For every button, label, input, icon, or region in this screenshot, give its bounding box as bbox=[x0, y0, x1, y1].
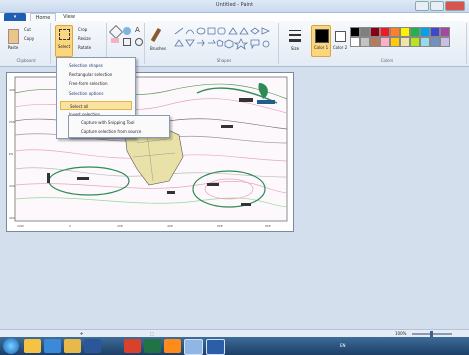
brushes-label: Brushes bbox=[149, 46, 167, 51]
menu-item-selection-options: Selection options bbox=[69, 91, 104, 96]
selection-submenu: Capture with Snipping Tool Capture selec… bbox=[68, 115, 170, 138]
svg-text:40S: 40S bbox=[9, 216, 15, 220]
select-button[interactable]: Select bbox=[55, 25, 73, 57]
rotate-button[interactable]: Rotate bbox=[78, 45, 91, 50]
color1-swatch bbox=[315, 29, 329, 43]
selection-icon bbox=[59, 29, 70, 40]
svg-text:20S: 20S bbox=[9, 184, 15, 188]
svg-text:0: 0 bbox=[69, 224, 71, 228]
tray-icons[interactable] bbox=[365, 343, 405, 348]
window-title: Untitled - Paint bbox=[215, 2, 254, 8]
folder-icon[interactable] bbox=[64, 339, 81, 353]
color-swatch[interactable] bbox=[400, 27, 410, 37]
svg-text:EQ: EQ bbox=[9, 152, 14, 156]
color1-label: Color 1 bbox=[313, 45, 329, 50]
select-label: Select bbox=[57, 44, 71, 49]
colors-group: Color 1 Color 2 Colors bbox=[308, 23, 467, 64]
app-taskbar-icon[interactable] bbox=[206, 339, 225, 355]
tab-view[interactable]: View bbox=[58, 13, 80, 21]
explorer-icon[interactable] bbox=[24, 339, 41, 353]
color-swatch[interactable] bbox=[440, 37, 450, 47]
clipboard-icon bbox=[8, 29, 19, 44]
svg-text:80E: 80E bbox=[265, 224, 271, 228]
start-button[interactable] bbox=[3, 338, 19, 354]
resize-button[interactable]: Resize bbox=[78, 36, 91, 41]
colors-group-label: Colors bbox=[380, 58, 394, 63]
color-swatch[interactable] bbox=[360, 37, 370, 47]
eraser-icon[interactable] bbox=[111, 38, 119, 43]
menu-item-freeform-selection[interactable]: Free-form selection bbox=[60, 79, 132, 88]
color-swatch[interactable] bbox=[390, 27, 400, 37]
color-swatch[interactable] bbox=[390, 37, 400, 47]
svg-text:40E: 40E bbox=[167, 224, 173, 228]
paste-label: Paste bbox=[7, 45, 19, 50]
menu-item-select-all[interactable]: Select all bbox=[60, 101, 132, 110]
maximize-button[interactable] bbox=[430, 1, 444, 11]
brush-icon bbox=[150, 27, 162, 43]
brushes-button[interactable]: Brushes bbox=[147, 25, 169, 57]
shapes-group: Shapes bbox=[170, 23, 279, 64]
size-button[interactable]: Size bbox=[284, 25, 306, 57]
paint-taskbar-icon[interactable] bbox=[184, 339, 203, 355]
paste-button[interactable]: Paste bbox=[4, 25, 22, 55]
color-swatch[interactable] bbox=[370, 37, 380, 47]
color-swatch[interactable] bbox=[360, 27, 370, 37]
selection-size-icon: ⬚ bbox=[150, 331, 154, 336]
weather-map-image: 40N 20N EQ 20S 40S 20W 0 20E 40E 60E 80E bbox=[7, 73, 293, 231]
shapes-gallery[interactable] bbox=[173, 26, 273, 54]
color2-label: Color 2 bbox=[332, 45, 348, 50]
crop-button[interactable]: Crop bbox=[78, 27, 87, 32]
paint-menu-button[interactable]: ▾ bbox=[4, 13, 26, 21]
color2-swatch bbox=[335, 31, 346, 42]
svg-text:60E: 60E bbox=[217, 224, 223, 228]
excel-icon[interactable] bbox=[144, 339, 161, 353]
size-label: Size bbox=[290, 46, 300, 51]
color-swatch[interactable] bbox=[400, 37, 410, 47]
svg-text:20E: 20E bbox=[117, 224, 123, 228]
media-icon[interactable] bbox=[164, 339, 181, 353]
color-swatch[interactable] bbox=[420, 37, 430, 47]
color2-button[interactable]: Color 2 bbox=[331, 25, 349, 57]
canvas-image[interactable]: 40N 20N EQ 20S 40S 20W 0 20E 40E 60E 80E bbox=[6, 72, 294, 232]
color-swatch[interactable] bbox=[430, 37, 440, 47]
color-swatch[interactable] bbox=[350, 27, 360, 37]
color-swatch[interactable] bbox=[420, 27, 430, 37]
color-swatch[interactable] bbox=[440, 27, 450, 37]
svg-text:20W: 20W bbox=[17, 224, 24, 228]
minimize-button[interactable] bbox=[415, 1, 429, 11]
color-swatch[interactable] bbox=[370, 27, 380, 37]
fill-icon[interactable] bbox=[123, 27, 131, 35]
text-icon[interactable]: A bbox=[135, 26, 140, 34]
submenu-item-capture-source[interactable]: Capture selection from source bbox=[72, 127, 168, 136]
cut-button[interactable]: Cut bbox=[24, 27, 31, 32]
menu-item-selection-shapes: Selection shapes bbox=[69, 63, 103, 68]
language-indicator[interactable]: EN bbox=[340, 343, 346, 348]
chrome-icon[interactable] bbox=[124, 339, 141, 353]
color-palette bbox=[350, 27, 454, 47]
svg-text:20N: 20N bbox=[9, 120, 15, 124]
color-swatch[interactable] bbox=[380, 37, 390, 47]
color1-button[interactable]: Color 1 bbox=[311, 25, 331, 57]
color-swatch[interactable] bbox=[380, 27, 390, 37]
submenu-item-snipping[interactable]: Capture with Snipping Tool bbox=[72, 118, 168, 127]
svg-text:40N: 40N bbox=[9, 88, 15, 92]
cursor-position-icon: ✛ bbox=[80, 331, 84, 336]
color-swatch[interactable] bbox=[350, 37, 360, 47]
clipboard-group: Paste Cut Copy Clipboard bbox=[2, 23, 51, 64]
pencil-icon[interactable] bbox=[108, 24, 124, 40]
word-icon[interactable] bbox=[84, 339, 101, 353]
color-swatch[interactable] bbox=[430, 27, 440, 37]
magnifier-icon[interactable] bbox=[135, 38, 143, 46]
color-picker-icon[interactable] bbox=[123, 38, 131, 46]
zoom-level: 100% bbox=[395, 331, 407, 336]
color-swatch[interactable] bbox=[410, 27, 420, 37]
menu-item-rectangular-selection[interactable]: Rectangular selection bbox=[60, 70, 132, 79]
shapes-group-label: Shapes bbox=[216, 58, 232, 63]
copy-button[interactable]: Copy bbox=[24, 36, 34, 41]
color-swatch[interactable] bbox=[410, 37, 420, 47]
close-button[interactable] bbox=[445, 1, 465, 11]
clipboard-group-label: Clipboard bbox=[16, 58, 36, 63]
ie-icon[interactable] bbox=[44, 339, 61, 353]
